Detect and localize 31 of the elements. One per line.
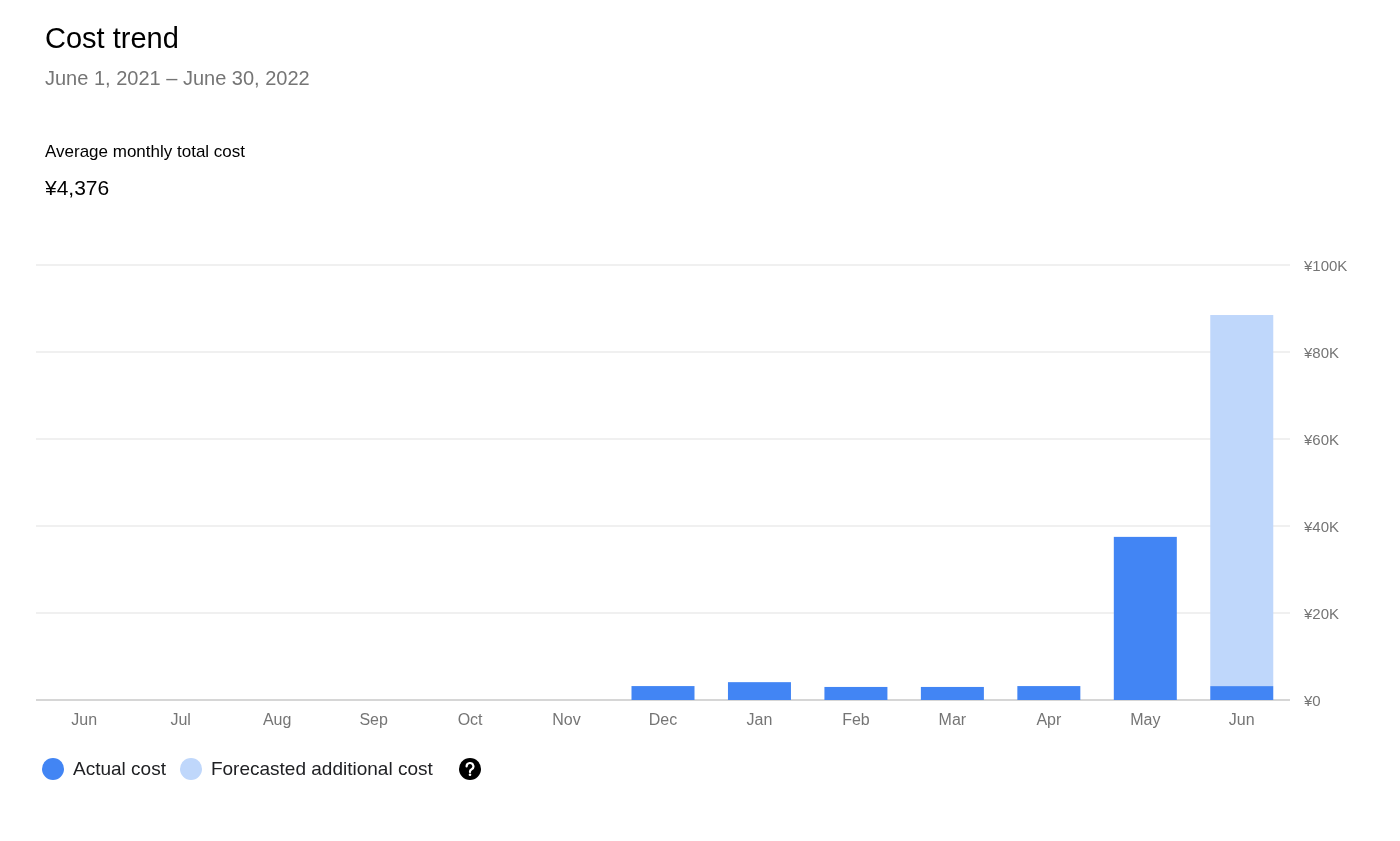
chart-title: Cost trend xyxy=(45,22,179,55)
x-tick-label: Aug xyxy=(262,711,292,728)
help-icon[interactable] xyxy=(458,758,481,780)
x-tick-label: Sep xyxy=(359,711,388,728)
bar xyxy=(727,682,791,700)
bar xyxy=(1017,686,1081,700)
date-range: June 1, 2021 – June 30, 2022 xyxy=(45,67,310,90)
bar xyxy=(920,686,984,700)
x-tick-label: Mar xyxy=(938,711,967,728)
x-tick-label: Jun xyxy=(1228,711,1255,728)
x-tick-label: Oct xyxy=(457,711,483,728)
x-tick-label: Jun xyxy=(71,711,98,728)
y-tick-label: ¥60K xyxy=(1304,431,1340,448)
y-tick-label: ¥40K xyxy=(1304,518,1340,535)
x-tick-label: Jul xyxy=(170,711,191,728)
x-tick-label: May xyxy=(1130,711,1161,728)
y-tick-label: ¥20K xyxy=(1304,605,1340,622)
x-tick-label: Feb xyxy=(842,711,870,728)
y-tick-label: ¥100K xyxy=(1304,257,1348,274)
legend-label: Forecasted additional cost xyxy=(210,758,433,780)
summary-label: Average monthly total cost xyxy=(45,142,245,162)
x-tick-label: Jan xyxy=(746,711,773,728)
x-tick-label: Nov xyxy=(552,711,581,728)
y-tick-label: ¥0 xyxy=(1304,692,1321,709)
x-tick-label: Apr xyxy=(1036,711,1062,728)
summary-value: ¥4,376 xyxy=(45,176,110,200)
y-tick-label: ¥80K xyxy=(1304,344,1340,361)
bar xyxy=(824,686,888,700)
x-tick-label: Dec xyxy=(648,711,678,728)
legend-label: Actual cost xyxy=(73,758,166,780)
bar xyxy=(631,686,695,700)
